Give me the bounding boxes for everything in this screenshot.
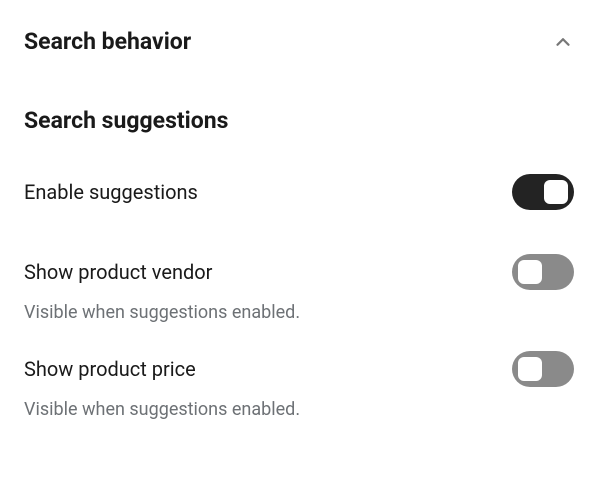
toggle-knob	[518, 357, 542, 381]
collapse-toggle[interactable]	[552, 31, 574, 53]
toggle-show-price[interactable]	[512, 351, 574, 387]
setting-row: Show product vendor	[24, 254, 574, 290]
section-header: Search behavior	[24, 28, 574, 55]
toggle-enable-suggestions[interactable]	[512, 174, 574, 210]
section-title: Search behavior	[24, 28, 191, 55]
setting-label-enable-suggestions: Enable suggestions	[24, 180, 198, 204]
setting-row: Show product price	[24, 351, 574, 387]
subsection-title: Search suggestions	[24, 107, 574, 134]
setting-enable-suggestions: Enable suggestions	[24, 174, 574, 210]
setting-label-show-price: Show product price	[24, 357, 196, 381]
setting-show-vendor: Show product vendor Visible when suggest…	[24, 254, 574, 323]
chevron-up-icon	[552, 31, 574, 53]
setting-help-show-vendor: Visible when suggestions enabled.	[24, 302, 574, 323]
toggle-knob	[544, 180, 568, 204]
setting-show-price: Show product price Visible when suggesti…	[24, 351, 574, 420]
toggle-knob	[518, 260, 542, 284]
setting-help-show-price: Visible when suggestions enabled.	[24, 399, 574, 420]
setting-label-show-vendor: Show product vendor	[24, 260, 212, 284]
toggle-show-vendor[interactable]	[512, 254, 574, 290]
setting-row: Enable suggestions	[24, 174, 574, 210]
